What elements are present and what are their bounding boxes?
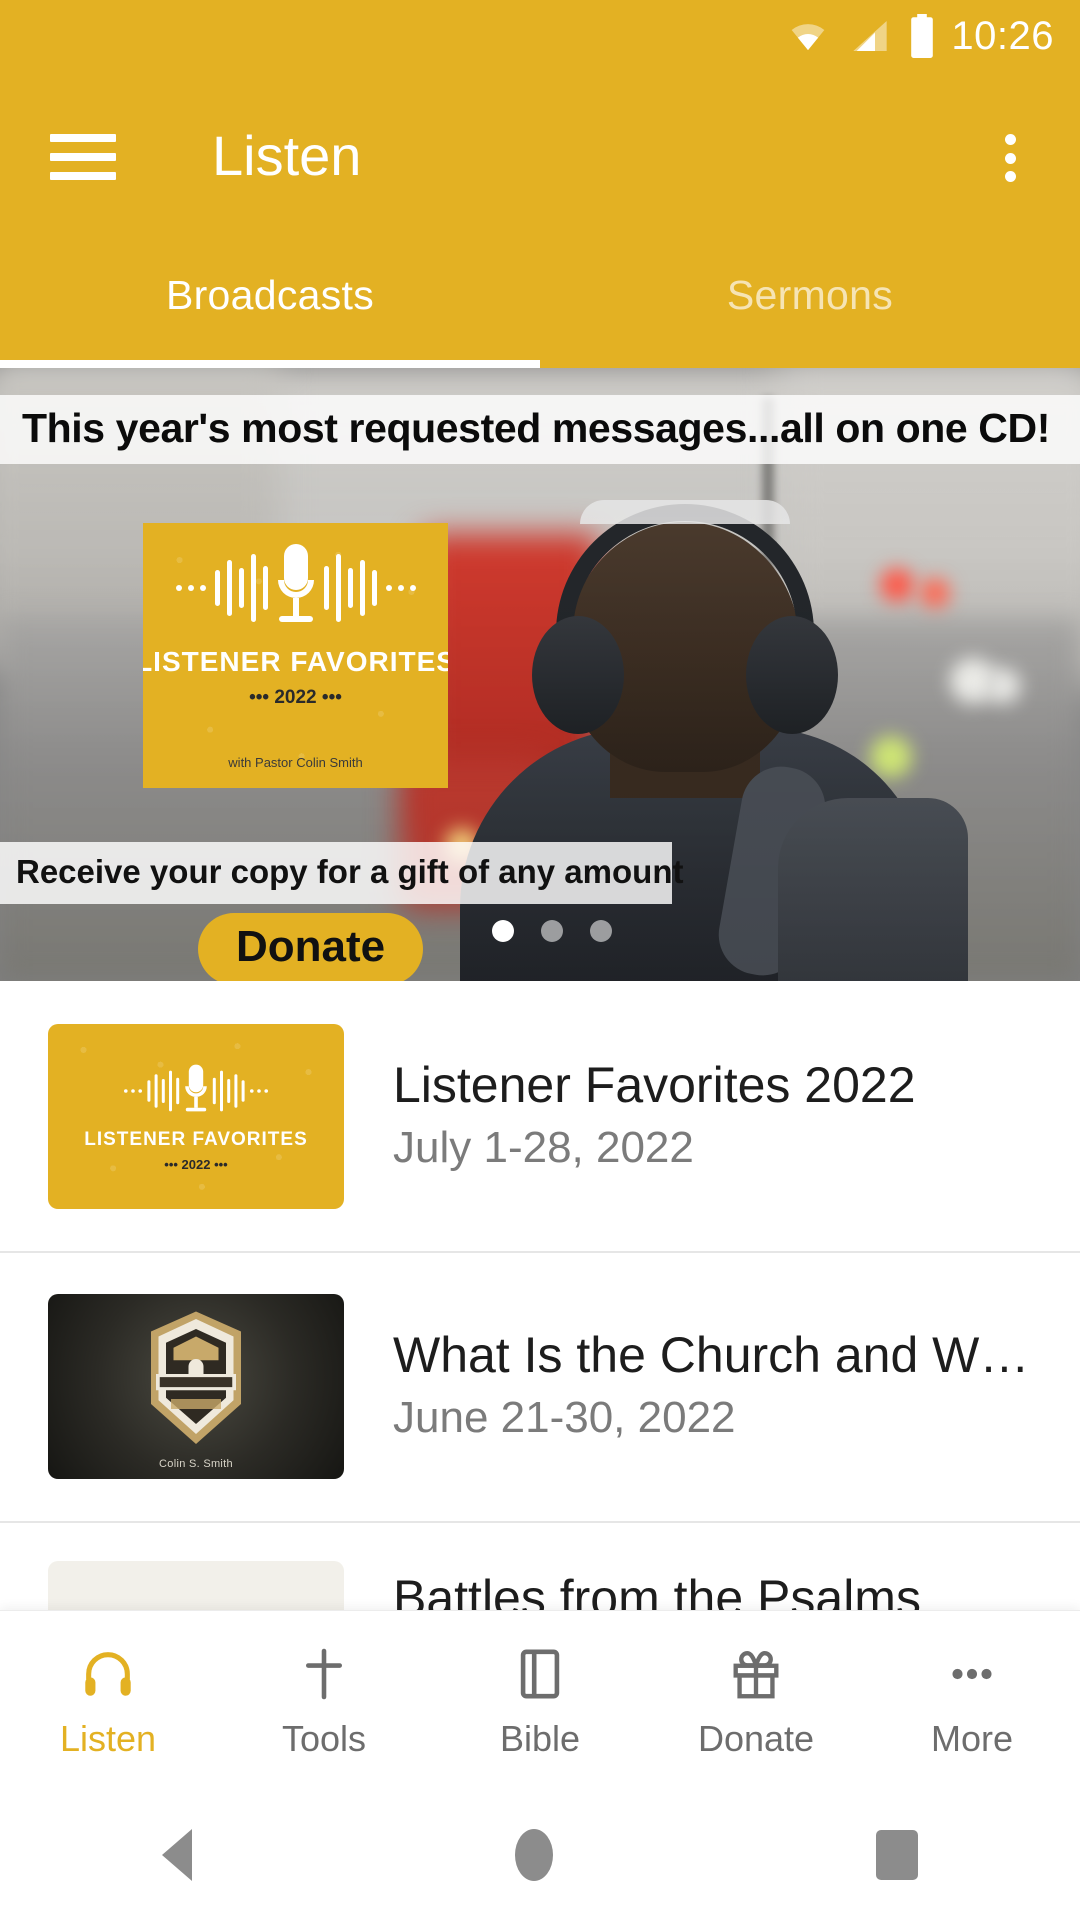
system-navigation-bar: [0, 1790, 1080, 1920]
list-item-thumbnail: LISTENER FAVORITES ••• 2022 •••: [48, 1023, 344, 1209]
gift-icon: [727, 1643, 785, 1705]
church-crest-icon: [151, 1311, 241, 1444]
list-item-title: Listener Favorites 2022: [393, 1057, 916, 1113]
battery-icon: [911, 14, 934, 58]
back-triangle-icon[interactable]: [161, 1829, 192, 1881]
hero-carousel[interactable]: This year's most requested messages...al…: [0, 368, 1080, 981]
nav-label-more: More: [930, 1717, 1014, 1759]
tab-bar: Broadcasts Sermons: [0, 240, 1080, 368]
hero-art-byline: with Pastor Colin Smith: [228, 754, 363, 770]
ellipsis-icon: [943, 1643, 1001, 1705]
status-bar: 10:26: [0, 0, 1080, 72]
headphones-icon: [79, 1643, 137, 1705]
tab-active-indicator: [0, 360, 540, 368]
nav-label-bible: Bible: [499, 1717, 581, 1759]
nav-item-listen[interactable]: Listen: [0, 1611, 216, 1790]
hero-art-title: LISTENER FAVORITES: [143, 645, 448, 677]
broadcast-list: LISTENER FAVORITES ••• 2022 ••• Listener…: [0, 981, 1080, 1641]
nav-item-more[interactable]: More: [864, 1611, 1080, 1790]
carousel-dot-1[interactable]: [492, 920, 514, 942]
carousel-dot-2[interactable]: [541, 920, 563, 942]
nav-item-bible[interactable]: Bible: [432, 1611, 648, 1790]
hero-headline: This year's most requested messages...al…: [0, 395, 1080, 464]
list-item-date: June 21-30, 2022: [393, 1393, 736, 1442]
nav-item-donate[interactable]: Donate: [648, 1611, 864, 1790]
tab-sermons[interactable]: Sermons: [540, 240, 1080, 368]
recents-square-icon[interactable]: [876, 1830, 919, 1880]
list-thumb-title: LISTENER FAVORITES: [84, 1128, 308, 1150]
cross-icon: [295, 1643, 353, 1705]
bottom-navigation-bar: Listen Tools Bible Donate More: [0, 1610, 1080, 1790]
nav-item-tools[interactable]: Tools: [216, 1611, 432, 1790]
hero-donate-button[interactable]: Donate: [198, 913, 424, 981]
microphone-waveform-icon: [124, 1064, 268, 1111]
home-circle-icon[interactable]: [514, 1829, 553, 1881]
hero-subtext: Receive your copy for a gift of any amou…: [0, 842, 683, 904]
book-icon: [511, 1643, 569, 1705]
list-item-title: What Is the Church and W…: [393, 1327, 1030, 1383]
list-item-text: What Is the Church and W… June 21-30, 20…: [393, 1325, 1029, 1447]
wifi-icon: [792, 24, 825, 51]
microphone-waveform-icon: [175, 543, 416, 622]
list-item-date: July 1-28, 2022: [393, 1123, 694, 1172]
list-item-text: Listener Favorites 2022 July 1-28, 2022: [393, 1055, 916, 1177]
overflow-menu-icon[interactable]: [984, 130, 1036, 186]
carousel-dots[interactable]: [492, 920, 612, 942]
status-bar-clock: 10:26: [951, 14, 1054, 58]
carousel-dot-3[interactable]: [590, 920, 612, 942]
page-title: Listen: [212, 124, 362, 187]
list-thumb-byline: Colin S. Smith: [159, 1457, 233, 1470]
tab-broadcasts[interactable]: Broadcasts: [0, 240, 540, 368]
list-item-thumbnail: Colin S. Smith: [48, 1293, 344, 1479]
hero-art-year: •••: [249, 686, 275, 708]
table-row[interactable]: Colin S. Smith What Is the Church and W……: [0, 1251, 1080, 1521]
hamburger-menu-icon[interactable]: [50, 134, 116, 180]
table-row[interactable]: LISTENER FAVORITES ••• 2022 ••• Listener…: [0, 981, 1080, 1251]
nav-label-donate: Donate: [697, 1717, 815, 1759]
nav-label-tools: Tools: [281, 1717, 367, 1759]
app-screen: 10:26 Listen Broadcasts Sermons This yea…: [0, 0, 1080, 1920]
cellular-signal-icon: [853, 21, 888, 51]
nav-label-listen: Listen: [59, 1717, 157, 1759]
list-thumb-year: 2022: [181, 1156, 211, 1172]
hero-album-art: LISTENER FAVORITES ••• 2022 ••• with Pas…: [143, 523, 448, 788]
